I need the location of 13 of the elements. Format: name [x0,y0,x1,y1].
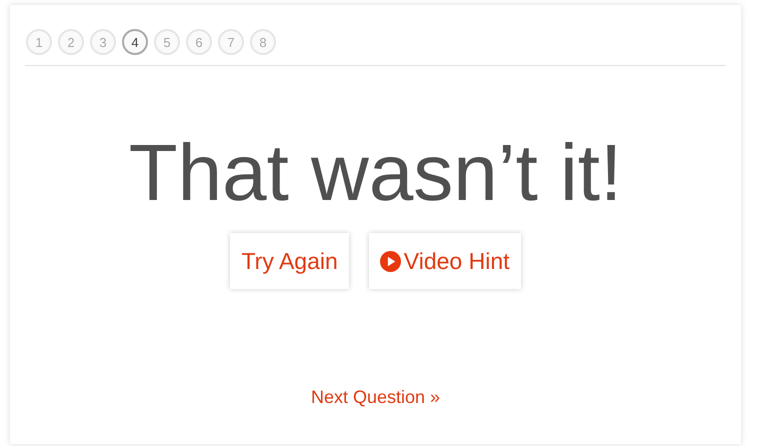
question-step[interactable]: 1 [26,29,52,55]
question-step[interactable]: 5 [154,29,180,55]
try-again-button[interactable]: Try Again [230,233,349,289]
play-icon [380,250,401,272]
result-heading: That wasn’t it! [128,128,624,218]
next-question-link[interactable]: Next Question » [310,387,440,407]
video-hint-button[interactable]: Video Hint [368,233,520,289]
question-step[interactable]: 4 [122,29,148,55]
question-step[interactable]: 7 [218,29,244,55]
question-step[interactable]: 3 [90,29,116,55]
question-step[interactable]: 8 [250,29,276,55]
question-step[interactable]: 6 [186,29,212,55]
question-step[interactable]: 2 [58,29,84,55]
